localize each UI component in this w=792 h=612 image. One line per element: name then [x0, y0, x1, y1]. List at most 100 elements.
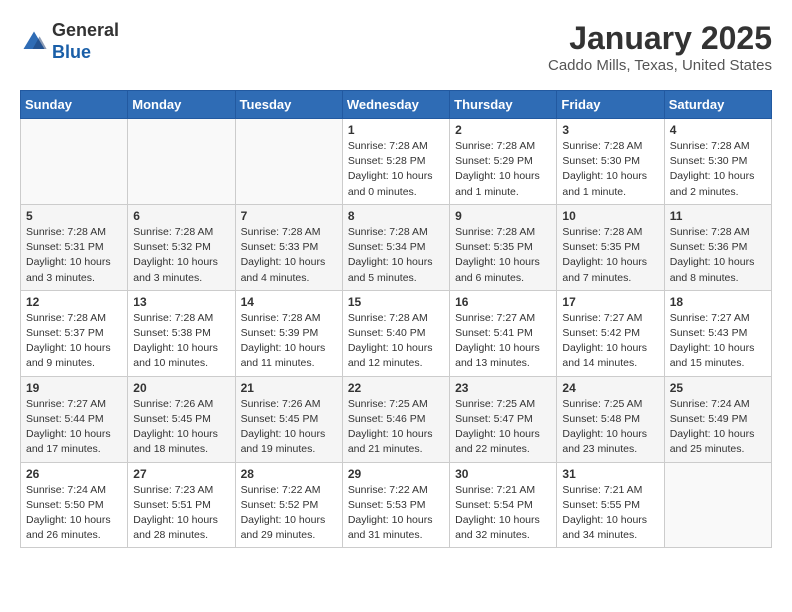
calendar-week-row: 19Sunrise: 7:27 AMSunset: 5:44 PMDayligh… [21, 376, 772, 462]
day-info: Sunrise: 7:28 AMSunset: 5:33 PMDaylight:… [241, 225, 337, 286]
calendar-cell: 24 Sunrise: 7:25 AMSunset: 5:48 PMDayligh… [557, 376, 664, 462]
calendar-cell: 28 Sunrise: 7:22 AMSunset: 5:52 PMDayligh… [235, 462, 342, 548]
calendar-cell: 25 Sunrise: 7:24 AMSunset: 5:49 PMDayligh… [664, 376, 771, 462]
calendar-cell: 16Sunrise: 7:27 AMSunset: 5:41 PMDayligh… [450, 290, 557, 376]
day-info: Sunrise: 7:28 AMSunset: 5:35 PMDaylight:… [562, 225, 658, 286]
calendar-week-row: 26 Sunrise: 7:24 AMSunset: 5:50 PMDayligh… [21, 462, 772, 548]
day-info: Sunrise: 7:25 AMSunset: 5:47 PMDaylight:… [455, 397, 551, 458]
day-number: 3 [562, 123, 658, 137]
calendar-week-row: 12 Sunrise: 7:28 AMSunset: 5:37 PMDayligh… [21, 290, 772, 376]
calendar-day-header: Tuesday [235, 91, 342, 119]
calendar-cell: 31Sunrise: 7:21 AMSunset: 5:55 PMDayligh… [557, 462, 664, 548]
day-info: Sunrise: 7:21 AMSunset: 5:54 PMDaylight:… [455, 483, 551, 544]
calendar-cell: 10 Sunrise: 7:28 AMSunset: 5:35 PMDayligh… [557, 204, 664, 290]
day-info: Sunrise: 7:27 AMSunset: 5:42 PMDaylight:… [562, 311, 658, 372]
day-info: Sunrise: 7:28 AMSunset: 5:29 PMDaylight:… [455, 139, 551, 200]
day-number: 24 [562, 381, 658, 395]
calendar-cell: 18Sunrise: 7:27 AMSunset: 5:43 PMDayligh… [664, 290, 771, 376]
calendar-day-header: Sunday [21, 91, 128, 119]
logo-icon [20, 28, 48, 56]
day-number: 16 [455, 295, 551, 309]
day-number: 11 [670, 209, 766, 223]
day-number: 23 [455, 381, 551, 395]
day-number: 4 [670, 123, 766, 137]
day-info: Sunrise: 7:26 AMSunset: 5:45 PMDaylight:… [133, 397, 229, 458]
calendar-cell: 29 Sunrise: 7:22 AMSunset: 5:53 PMDayligh… [342, 462, 449, 548]
calendar-cell [128, 119, 235, 205]
calendar-cell: 30 Sunrise: 7:21 AMSunset: 5:54 PMDayligh… [450, 462, 557, 548]
day-info: Sunrise: 7:28 AMSunset: 5:31 PMDaylight:… [26, 225, 122, 286]
calendar-cell: 14Sunrise: 7:28 AMSunset: 5:39 PMDayligh… [235, 290, 342, 376]
day-info: Sunrise: 7:28 AMSunset: 5:30 PMDaylight:… [562, 139, 658, 200]
day-number: 22 [348, 381, 444, 395]
calendar-cell: 17Sunrise: 7:27 AMSunset: 5:42 PMDayligh… [557, 290, 664, 376]
day-info: Sunrise: 7:28 AMSunset: 5:36 PMDaylight:… [670, 225, 766, 286]
day-info: Sunrise: 7:22 AMSunset: 5:52 PMDaylight:… [241, 483, 337, 544]
calendar-cell: 12 Sunrise: 7:28 AMSunset: 5:37 PMDayligh… [21, 290, 128, 376]
calendar-cell: 3 Sunrise: 7:28 AMSunset: 5:30 PMDaylight… [557, 119, 664, 205]
calendar-cell: 20 Sunrise: 7:26 AMSunset: 5:45 PMDayligh… [128, 376, 235, 462]
calendar-cell: 23 Sunrise: 7:25 AMSunset: 5:47 PMDayligh… [450, 376, 557, 462]
day-number: 21 [241, 381, 337, 395]
day-number: 15 [348, 295, 444, 309]
calendar-cell: 9 Sunrise: 7:28 AMSunset: 5:35 PMDaylight… [450, 204, 557, 290]
calendar-day-header: Thursday [450, 91, 557, 119]
day-info: Sunrise: 7:28 AMSunset: 5:34 PMDaylight:… [348, 225, 444, 286]
calendar-cell: 1 Sunrise: 7:28 AMSunset: 5:28 PMDaylight… [342, 119, 449, 205]
day-number: 13 [133, 295, 229, 309]
calendar-week-row: 5 Sunrise: 7:28 AMSunset: 5:31 PMDaylight… [21, 204, 772, 290]
calendar-cell: 8 Sunrise: 7:28 AMSunset: 5:34 PMDaylight… [342, 204, 449, 290]
calendar-cell: 21 Sunrise: 7:26 AMSunset: 5:45 PMDayligh… [235, 376, 342, 462]
calendar-day-header: Monday [128, 91, 235, 119]
day-info: Sunrise: 7:28 AMSunset: 5:37 PMDaylight:… [26, 311, 122, 372]
day-info: Sunrise: 7:26 AMSunset: 5:45 PMDaylight:… [241, 397, 337, 458]
logo: General Blue [20, 20, 119, 63]
calendar-cell [664, 462, 771, 548]
day-number: 1 [348, 123, 444, 137]
day-info: Sunrise: 7:24 AMSunset: 5:49 PMDaylight:… [670, 397, 766, 458]
day-info: Sunrise: 7:24 AMSunset: 5:50 PMDaylight:… [26, 483, 122, 544]
day-number: 28 [241, 467, 337, 481]
calendar-cell: 5 Sunrise: 7:28 AMSunset: 5:31 PMDaylight… [21, 204, 128, 290]
day-info: Sunrise: 7:22 AMSunset: 5:53 PMDaylight:… [348, 483, 444, 544]
page-header: General Blue January 2025 Caddo Mills, T… [20, 20, 772, 74]
logo-text: General Blue [52, 20, 119, 63]
calendar-cell: 22 Sunrise: 7:25 AMSunset: 5:46 PMDayligh… [342, 376, 449, 462]
day-info: Sunrise: 7:28 AMSunset: 5:38 PMDaylight:… [133, 311, 229, 372]
calendar-header: SundayMondayTuesdayWednesdayThursdayFrid… [21, 91, 772, 119]
day-number: 20 [133, 381, 229, 395]
calendar-cell: 19Sunrise: 7:27 AMSunset: 5:44 PMDayligh… [21, 376, 128, 462]
day-number: 5 [26, 209, 122, 223]
day-number: 10 [562, 209, 658, 223]
calendar-cell [235, 119, 342, 205]
day-number: 30 [455, 467, 551, 481]
logo-general: General [52, 20, 119, 42]
day-info: Sunrise: 7:25 AMSunset: 5:46 PMDaylight:… [348, 397, 444, 458]
day-number: 29 [348, 467, 444, 481]
day-number: 8 [348, 209, 444, 223]
calendar-cell: 11 Sunrise: 7:28 AMSunset: 5:36 PMDayligh… [664, 204, 771, 290]
calendar-cell: 2 Sunrise: 7:28 AMSunset: 5:29 PMDaylight… [450, 119, 557, 205]
day-number: 27 [133, 467, 229, 481]
calendar-day-header: Saturday [664, 91, 771, 119]
calendar-cell: 15Sunrise: 7:28 AMSunset: 5:40 PMDayligh… [342, 290, 449, 376]
day-number: 26 [26, 467, 122, 481]
day-info: Sunrise: 7:25 AMSunset: 5:48 PMDaylight:… [562, 397, 658, 458]
day-number: 25 [670, 381, 766, 395]
calendar-cell: 26 Sunrise: 7:24 AMSunset: 5:50 PMDayligh… [21, 462, 128, 548]
day-number: 12 [26, 295, 122, 309]
day-info: Sunrise: 7:28 AMSunset: 5:35 PMDaylight:… [455, 225, 551, 286]
calendar-body: 1 Sunrise: 7:28 AMSunset: 5:28 PMDaylight… [21, 119, 772, 548]
day-info: Sunrise: 7:21 AMSunset: 5:55 PMDaylight:… [562, 483, 658, 544]
calendar-cell [21, 119, 128, 205]
calendar-header-row: SundayMondayTuesdayWednesdayThursdayFrid… [21, 91, 772, 119]
calendar-cell: 7Sunrise: 7:28 AMSunset: 5:33 PMDaylight… [235, 204, 342, 290]
day-number: 9 [455, 209, 551, 223]
day-info: Sunrise: 7:23 AMSunset: 5:51 PMDaylight:… [133, 483, 229, 544]
day-info: Sunrise: 7:28 AMSunset: 5:28 PMDaylight:… [348, 139, 444, 200]
calendar-subtitle: Caddo Mills, Texas, United States [548, 57, 772, 74]
day-number: 6 [133, 209, 229, 223]
day-info: Sunrise: 7:28 AMSunset: 5:30 PMDaylight:… [670, 139, 766, 200]
day-number: 2 [455, 123, 551, 137]
calendar-cell: 13 Sunrise: 7:28 AMSunset: 5:38 PMDayligh… [128, 290, 235, 376]
